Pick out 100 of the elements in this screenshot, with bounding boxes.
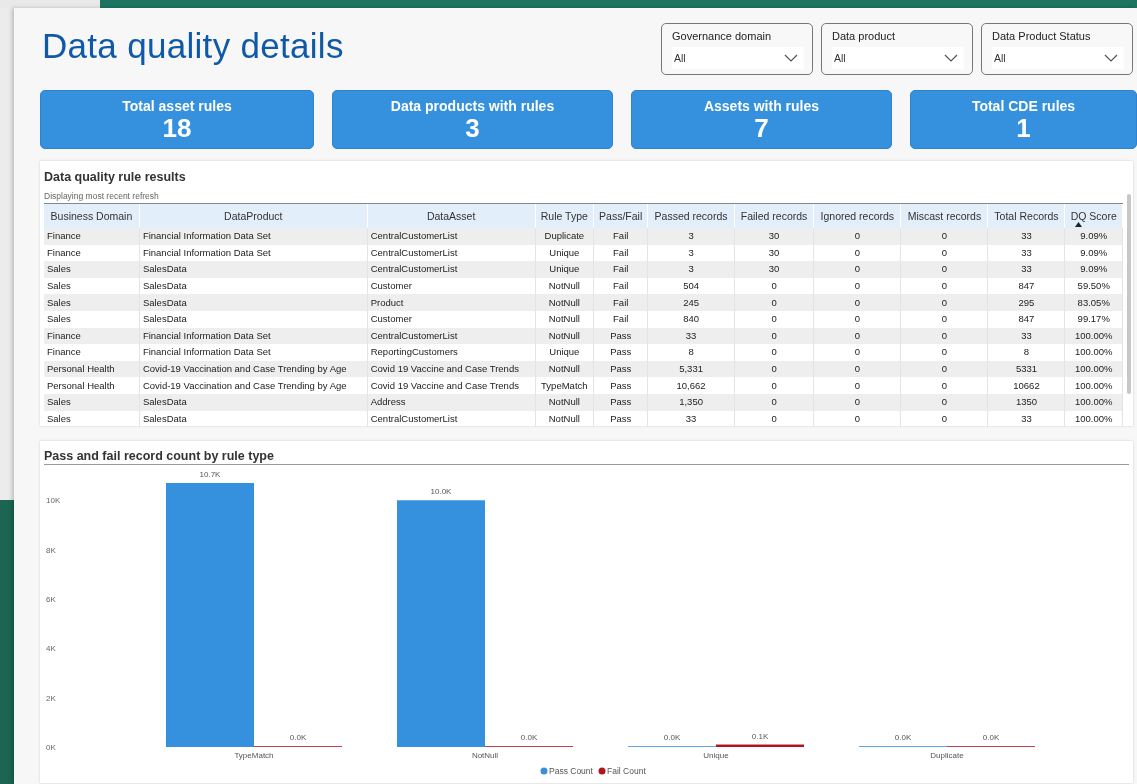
table-cell: Financial Information Data Set	[139, 228, 368, 245]
table-title: Data quality rule results	[44, 170, 186, 185]
table-cell: 0	[813, 377, 901, 394]
kpi-value: 18	[162, 113, 192, 142]
table-cell: 8	[987, 344, 1065, 361]
bar[interactable]	[716, 744, 804, 747]
column-header[interactable]: Passed records	[647, 204, 735, 228]
table-cell: 0	[734, 310, 814, 328]
table-cell: 33	[647, 327, 735, 345]
table-cell: 33	[987, 327, 1065, 345]
table-cell: SalesData	[139, 393, 368, 411]
table-cell: Address	[367, 393, 536, 411]
column-header[interactable]: Failed records	[734, 204, 814, 228]
column-header[interactable]: DataAsset	[367, 204, 536, 228]
table-cell: 0	[734, 410, 814, 428]
axis-label: 6K	[46, 594, 56, 604]
dropdown[interactable]: All	[992, 47, 1124, 69]
table-cell: 100.00%	[1064, 377, 1123, 394]
table-cell: Product	[367, 294, 536, 311]
table-cell: Duplicate	[535, 228, 594, 245]
chevron-down-icon	[784, 54, 798, 62]
category-label: Unique	[703, 751, 729, 760]
category-label: Duplicate	[930, 751, 964, 760]
scrollbar[interactable]	[1127, 194, 1131, 394]
table-cell: 0	[734, 327, 814, 345]
table-cell: Unique	[535, 261, 594, 278]
table-cell: Covid 19 Vaccine and Case Trends	[367, 377, 536, 394]
axis-label: 10K	[46, 496, 61, 506]
column-header[interactable]: Miscast records	[900, 204, 988, 228]
table-cell: NotNull	[535, 360, 594, 378]
data-label: 0.0K	[520, 733, 538, 743]
table-cell: 245	[647, 294, 735, 311]
table-cell: 0	[900, 228, 988, 245]
kpi-label: Assets with rules	[703, 97, 820, 114]
table-cell: Sales	[44, 261, 140, 278]
table-cell: 99.17%	[1064, 310, 1123, 328]
chevron-down-icon	[1104, 54, 1118, 62]
table-subtitle: Displaying most recent refresh	[44, 191, 159, 201]
table-cell: Covid-19 Vaccination and Case Trending by Age	[139, 377, 368, 394]
table-cell: 30	[734, 261, 814, 278]
column-header[interactable]: DQ Score	[1064, 204, 1123, 228]
table-cell: 5331	[987, 360, 1065, 378]
table-cell: Financial Information Data Set	[139, 344, 368, 361]
category-label: NotNull	[471, 751, 499, 760]
column-header[interactable]: Ignored records	[813, 204, 901, 228]
table-cell: Financial Information Data Set	[139, 327, 368, 345]
legend-label[interactable]: Pass Count	[549, 766, 593, 776]
column-header[interactable]: Pass/Fail	[593, 204, 648, 228]
table-cell: Unique	[535, 344, 594, 361]
chevron-down-icon	[944, 54, 958, 62]
table-cell: 0	[813, 344, 901, 361]
table-cell: 10,662	[647, 377, 735, 394]
table-cell: 100.00%	[1064, 393, 1123, 411]
table-cell: Personal Health	[44, 377, 140, 394]
table-cell: 33	[987, 228, 1065, 245]
table-cell: 30	[734, 228, 814, 245]
page-title: Data quality details	[42, 26, 344, 66]
axis-label: 4K	[46, 644, 56, 654]
table-cell: 0	[813, 360, 901, 378]
table-cell: 0	[900, 344, 988, 361]
table-cell: Pass	[593, 410, 648, 428]
kpi-value: 1	[1016, 113, 1031, 142]
table-cell: 0	[900, 310, 988, 328]
table-cell: 8	[647, 344, 735, 361]
dropdown[interactable]: All	[832, 47, 964, 69]
table-cell: 847	[987, 310, 1065, 328]
table-cell: 0	[813, 393, 901, 411]
kpi-label: Data products with rules	[390, 97, 555, 114]
table-cell: 1,350	[647, 393, 735, 411]
table-cell: 9.09%	[1064, 228, 1123, 245]
table-cell: Finance	[44, 327, 140, 345]
table-cell: 0	[734, 344, 814, 361]
table-cell: 0	[813, 310, 901, 328]
table-cell: 0	[900, 327, 988, 345]
table-cell: NotNull	[535, 393, 594, 411]
data-label: 0.0K	[289, 733, 307, 743]
table-cell: Sales	[44, 393, 140, 411]
column-header[interactable]: Rule Type	[535, 204, 594, 228]
data-label: 10.0K	[430, 487, 452, 497]
table-cell: 0	[813, 261, 901, 278]
table-cell: 100.00%	[1064, 360, 1123, 378]
table-cell: 100.00%	[1064, 327, 1123, 345]
data-label: 0.1K	[751, 731, 769, 741]
table-cell: Pass	[593, 393, 648, 411]
table-cell: Pass	[593, 360, 648, 378]
table-cell: Sales	[44, 310, 140, 328]
table-cell: NotNull	[535, 310, 594, 328]
dropdown[interactable]: All	[672, 47, 804, 69]
legend-label[interactable]: Fail Count	[607, 766, 646, 776]
table-cell: 840	[647, 310, 735, 328]
column-header[interactable]: Total Records	[987, 204, 1065, 228]
table-cell: 100.00%	[1064, 344, 1123, 361]
kpi-value: 3	[465, 113, 480, 142]
column-header[interactable]: Business Domain	[44, 204, 140, 228]
column-header[interactable]: DataProduct	[139, 204, 368, 228]
table-cell: 0	[900, 410, 988, 428]
table-cell: 3	[647, 261, 735, 278]
table-cell: CentralCustomerList	[367, 327, 536, 345]
table-cell: 0	[900, 393, 988, 411]
table-cell: CentralCustomerList	[367, 410, 536, 428]
